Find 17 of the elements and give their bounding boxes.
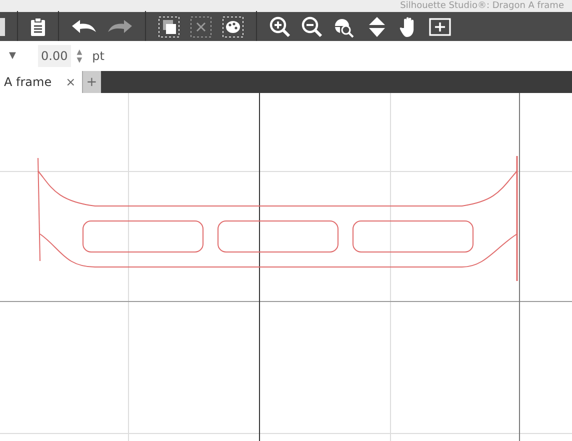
zoom-out-icon[interactable] <box>301 16 323 38</box>
dropdown-caret[interactable]: ▼ <box>9 51 38 61</box>
window-title: Silhouette Studio®: Dragon A frame <box>400 0 564 12</box>
redo-icon[interactable] <box>107 18 133 34</box>
palette-icon[interactable] <box>222 16 244 38</box>
close-tab-button[interactable]: × <box>66 75 76 89</box>
clipboard-icon[interactable] <box>30 16 46 36</box>
zoom-in-icon[interactable] <box>269 16 291 38</box>
arrange-icon[interactable] <box>158 16 180 38</box>
delete-icon[interactable] <box>190 16 212 38</box>
add-tab-button[interactable]: + <box>82 71 101 93</box>
add-box-icon[interactable] <box>429 18 451 36</box>
tab-label: A frame <box>4 75 52 89</box>
undo-icon[interactable] <box>71 18 97 34</box>
unit-label: pt <box>92 49 104 63</box>
value-field[interactable]: 0.00 <box>38 45 71 67</box>
document-tab[interactable]: A frame × <box>0 71 82 93</box>
